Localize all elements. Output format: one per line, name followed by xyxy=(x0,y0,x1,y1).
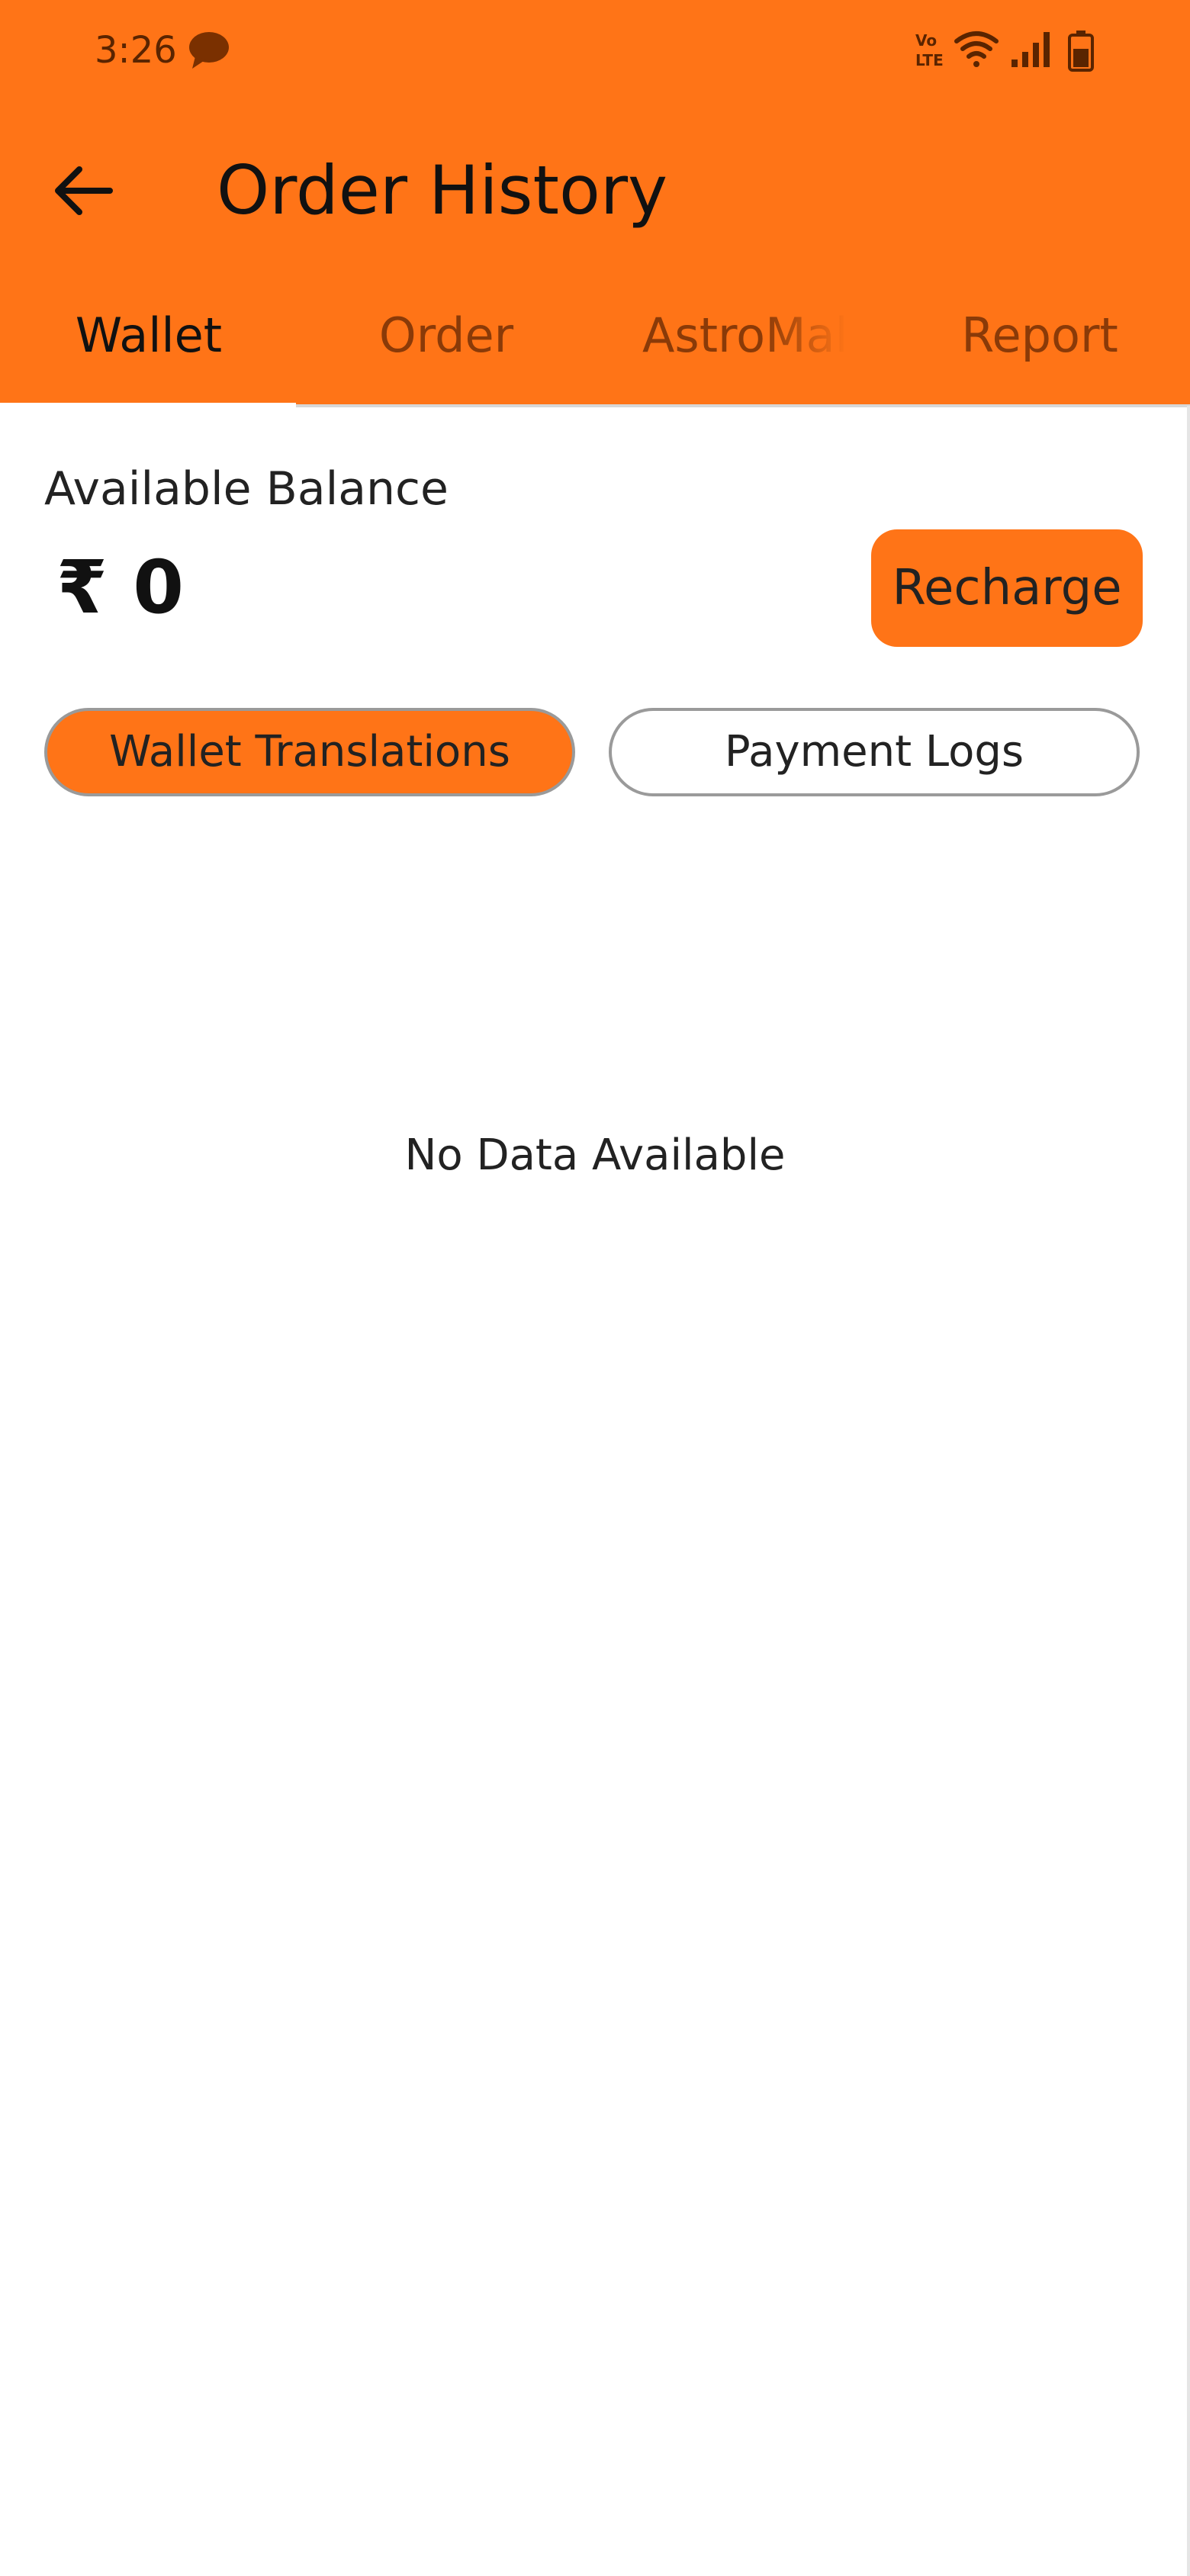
status-time: 3:26 xyxy=(95,29,177,72)
tab-report[interactable]: Report xyxy=(891,290,1188,406)
balance-value: ₹ 0 xyxy=(56,545,185,630)
wifi-icon xyxy=(954,31,999,67)
toolbar: Order History xyxy=(0,122,1190,244)
tab-fade xyxy=(763,290,847,397)
back-button[interactable] xyxy=(46,153,122,229)
volte-icon: Vo LTE xyxy=(915,31,944,69)
tab-indicator xyxy=(0,403,296,409)
tab-bar: Wallet Order AstroMall Report xyxy=(0,290,1190,409)
signal-icon xyxy=(1011,32,1050,67)
battery-icon xyxy=(1068,31,1094,72)
right-edge-divider xyxy=(1187,406,1190,2576)
tab-wallet[interactable]: Wallet xyxy=(0,290,298,406)
tab-order[interactable]: Order xyxy=(298,290,595,406)
svg-text:Vo: Vo xyxy=(915,31,937,50)
tab-divider xyxy=(296,404,1190,407)
status-bar: 3:26 Vo LTE xyxy=(0,0,1190,99)
balance-label: Available Balance xyxy=(44,462,449,516)
page-title: Order History xyxy=(217,151,668,230)
payment-logs-button[interactable]: Payment Logs xyxy=(609,708,1140,796)
app-header: 3:26 Vo LTE Order History Wallet Order A… xyxy=(0,0,1190,409)
wallet-translations-button[interactable]: Wallet Translations xyxy=(44,708,575,796)
status-icons: Vo LTE xyxy=(915,31,1094,72)
empty-state-message: No Data Available xyxy=(404,1130,786,1180)
arrow-left-icon xyxy=(55,166,113,215)
svg-text:LTE: LTE xyxy=(915,51,944,69)
recharge-button[interactable]: Recharge xyxy=(871,529,1143,647)
chat-bubble-icon xyxy=(189,32,229,69)
